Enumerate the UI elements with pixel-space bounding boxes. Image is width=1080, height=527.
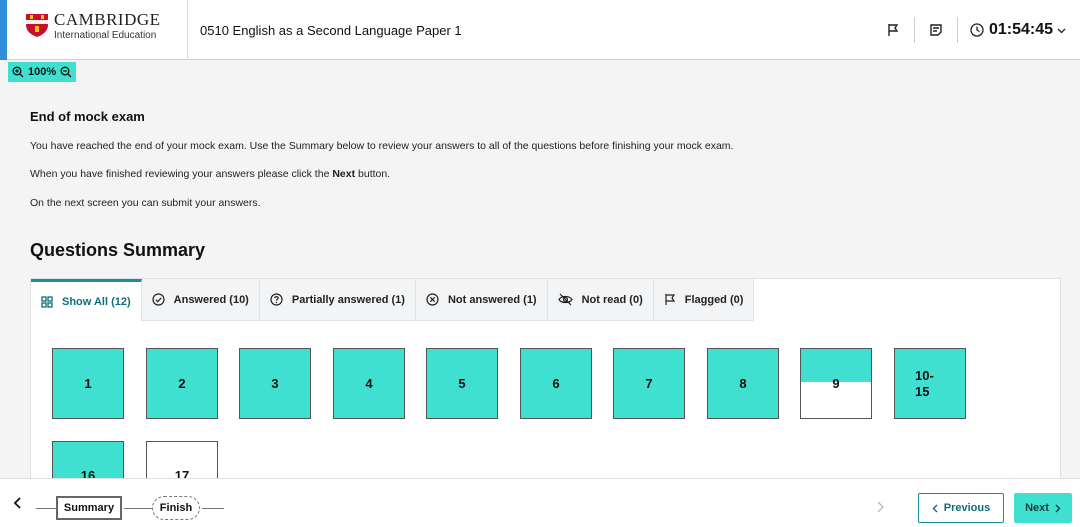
cambridge-logo: CAMBRIDGE International Education	[24, 10, 174, 50]
question-tile[interactable]: 7	[613, 348, 685, 419]
step-connector	[36, 508, 56, 509]
next-button[interactable]: Next	[1014, 493, 1072, 523]
step-finish[interactable]: Finish	[152, 496, 200, 520]
instruction-paragraph: When you have finished reviewing your an…	[30, 168, 390, 180]
question-number: 8	[739, 376, 747, 391]
chevron-left-icon	[932, 504, 938, 512]
tab-label: Not answered (1)	[447, 293, 537, 306]
tab-show-all[interactable]: Show All (12)	[31, 279, 142, 321]
question-number: 6	[552, 376, 560, 391]
cambridge-shield-icon	[26, 14, 48, 37]
question-number: 4	[365, 376, 373, 391]
eye-off-icon	[557, 293, 573, 306]
question-tile[interactable]: 5	[426, 348, 498, 419]
question-number: 16	[80, 468, 96, 478]
question-circle-icon	[270, 293, 283, 306]
zoom-out-icon[interactable]	[60, 66, 72, 78]
header-separator	[956, 17, 958, 43]
question-tile[interactable]: 4	[333, 348, 405, 419]
step-summary[interactable]: Summary	[56, 496, 122, 520]
forward-button-disabled	[872, 497, 888, 517]
question-number: 1	[84, 376, 92, 391]
grid-icon	[41, 295, 53, 308]
app-header: CAMBRIDGE International Education 0510 E…	[0, 0, 1080, 60]
chevron-right-icon	[877, 501, 884, 513]
question-number: 2	[178, 376, 186, 391]
question-number: 3	[271, 376, 279, 391]
tab-label: Answered (10)	[173, 293, 249, 306]
zoom-level: 100%	[28, 66, 57, 78]
question-number: 10- 15	[915, 368, 934, 400]
zoom-control: 100%	[8, 62, 77, 82]
tab-not-answered[interactable]: Not answered (1)	[415, 279, 548, 321]
question-number: 9	[832, 376, 840, 391]
question-tile[interactable]: 3	[239, 348, 311, 419]
footer-navigation: Summary Finish Previous Next	[0, 478, 1080, 527]
instruction-paragraph: On the next screen you can submit your a…	[30, 197, 261, 209]
header-accent-bar	[0, 0, 7, 60]
tab-label: Not read (0)	[581, 293, 643, 306]
instruction-bold-text: Next	[332, 168, 356, 180]
tab-label: Partially answered (1)	[291, 293, 405, 306]
tab-label: Show All (12)	[62, 295, 131, 308]
header-divider	[187, 0, 188, 60]
clock-icon	[970, 23, 984, 37]
question-range-end: 15	[915, 383, 930, 399]
question-tile[interactable]: 6	[520, 348, 592, 419]
header-separator	[913, 17, 915, 43]
tab-answered[interactable]: Answered (10)	[141, 279, 260, 321]
chevron-down-icon	[1057, 28, 1066, 33]
instruction-paragraph: You have reached the end of your mock ex…	[30, 140, 734, 152]
previous-button[interactable]: Previous	[918, 493, 1004, 523]
x-circle-icon	[426, 293, 439, 306]
paper-title: 0510 English as a Second Language Paper …	[200, 23, 462, 38]
logo-sub-text: International Education	[54, 30, 157, 41]
instruction-text: When you have finished reviewing your an…	[30, 168, 333, 180]
next-label: Next	[1025, 502, 1049, 514]
summary-filter-tabs: Show All (12) Answered (10) Partially an…	[31, 279, 755, 321]
question-number: 17	[174, 468, 190, 478]
question-tile[interactable]: 1	[52, 348, 124, 419]
flag-question-button[interactable]	[878, 15, 908, 45]
tab-flagged[interactable]: Flagged (0)	[653, 279, 755, 321]
timer-toggle[interactable]: 01:54:45	[964, 21, 1080, 39]
chevron-left-icon	[13, 497, 21, 509]
timer-value: 01:54:45	[988, 21, 1053, 38]
notes-button[interactable]	[921, 15, 951, 45]
step-connector	[124, 508, 152, 509]
instruction-text: button.	[355, 168, 391, 180]
flag-icon	[665, 294, 675, 305]
question-tile[interactable]: 2	[146, 348, 218, 419]
chevron-right-icon	[1055, 504, 1061, 512]
question-tile[interactable]: 8	[707, 348, 779, 419]
previous-label: Previous	[943, 502, 991, 514]
tab-partially-answered[interactable]: Partially answered (1)	[259, 279, 416, 321]
check-circle-icon	[152, 293, 165, 306]
logo-main-text: CAMBRIDGE	[54, 10, 161, 29]
tab-label: Flagged (0)	[684, 293, 744, 306]
question-tile-partially-answered[interactable]: 9	[800, 348, 872, 419]
tab-not-read[interactable]: Not read (0)	[547, 279, 654, 321]
question-tile[interactable]: 10- 15	[894, 348, 966, 419]
step-connector	[202, 508, 224, 509]
question-tile[interactable]: 16	[52, 441, 124, 478]
questions-summary-title: Questions Summary	[30, 240, 206, 260]
question-number: 7	[645, 376, 653, 391]
page-heading: End of mock exam	[30, 109, 145, 124]
question-tile-not-answered[interactable]: 17	[146, 441, 218, 478]
flag-icon	[888, 24, 899, 36]
zoom-in-icon[interactable]	[12, 66, 24, 78]
question-number: 5	[458, 376, 466, 391]
questions-summary-panel: Show All (12) Answered (10) Partially an…	[30, 278, 1061, 478]
notes-icon	[930, 24, 942, 36]
back-button[interactable]	[8, 493, 28, 513]
header-tools: 01:54:45	[878, 0, 1080, 60]
question-range-start: 10-	[915, 367, 934, 383]
